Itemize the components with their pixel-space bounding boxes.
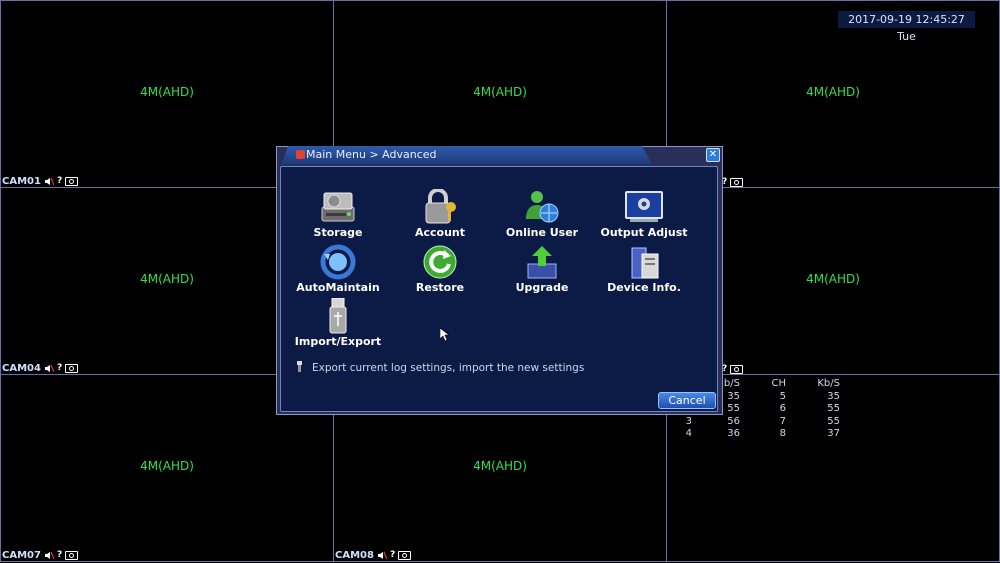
- stats-row: 4 36 8 37: [685, 428, 840, 439]
- menu-item-label: AutoMaintain: [296, 281, 380, 294]
- menu-item-label: Import/Export: [294, 335, 382, 348]
- dialog-title: Main Menu > Advanced: [306, 148, 437, 161]
- menu-item-automaintain[interactable]: AutoMaintain: [288, 244, 388, 294]
- auto-maintain-icon: [318, 244, 358, 280]
- menu-item-output-adjust[interactable]: Output Adjust: [594, 189, 694, 239]
- resolution-label: 4M(AHD): [140, 85, 194, 99]
- question-icon: ?: [389, 550, 396, 560]
- camera-label-1: CAM01 ?: [2, 176, 79, 187]
- menu-item-import-export[interactable]: Import/Export: [288, 297, 388, 348]
- camera-icon: [65, 177, 79, 186]
- menu-item-label: Device Info.: [607, 281, 681, 294]
- camera-status-icons: ?: [722, 365, 744, 374]
- advanced-menu-dialog: Main Menu > Advanced ✕ Storage Account O…: [276, 146, 723, 415]
- info-icon: [296, 361, 303, 375]
- menu-item-upgrade[interactable]: Upgrade: [492, 244, 592, 294]
- menu-item-label: Storage: [313, 226, 363, 239]
- restore-icon: [420, 244, 460, 280]
- cancel-button[interactable]: Cancel: [658, 392, 716, 409]
- question-icon: ?: [56, 363, 63, 373]
- mute-icon: [44, 551, 55, 560]
- menu-item-online-user[interactable]: Online User: [492, 189, 592, 239]
- online-user-icon: [522, 189, 562, 225]
- mute-icon: [377, 551, 388, 560]
- menu-item-label: Account: [414, 226, 466, 239]
- camera-name: CAM08: [335, 550, 374, 561]
- dialog-body: Storage Account Online User Output Adjus…: [280, 166, 718, 412]
- camera-label-7: CAM07 ?: [2, 550, 79, 561]
- camera-label-8: CAM08 ?: [335, 550, 412, 561]
- menu-item-label: Output Adjust: [600, 226, 688, 239]
- dialog-titlebar[interactable]: Main Menu > Advanced ✕: [276, 146, 723, 164]
- camera-icon: [730, 365, 744, 374]
- camera-name: CAM07: [2, 550, 41, 561]
- dialog-title-tab: Main Menu > Advanced: [282, 146, 652, 164]
- resolution-label: 4M(AHD): [140, 459, 194, 473]
- resolution-label: 4M(AHD): [806, 85, 860, 99]
- camera-label-4: CAM04 ?: [2, 363, 79, 374]
- camera-icon: [398, 551, 412, 560]
- menu-item-restore[interactable]: Restore: [390, 244, 490, 294]
- menu-item-label: Upgrade: [515, 281, 569, 294]
- close-button[interactable]: ✕: [706, 148, 720, 162]
- usb-icon: [318, 297, 358, 334]
- mute-icon: [44, 364, 55, 373]
- question-icon: ?: [56, 176, 63, 186]
- mouse-cursor-icon: [439, 327, 450, 346]
- storage-icon: [318, 189, 358, 225]
- mute-icon: [44, 177, 55, 186]
- device-info-icon: [624, 244, 664, 280]
- camera-icon: [65, 551, 79, 560]
- menu-item-account[interactable]: Account: [390, 188, 490, 239]
- camera-name: CAM01: [2, 176, 41, 187]
- menu-icon: [296, 150, 305, 159]
- monitor-gear-icon: [624, 189, 664, 225]
- close-icon: ✕: [708, 149, 718, 160]
- camera-icon: [730, 178, 744, 187]
- datetime-display: 2017-09-19 12:45:27 Tue: [838, 11, 975, 43]
- resolution-label: 4M(AHD): [473, 85, 527, 99]
- camera-icon: [65, 364, 79, 373]
- camera-name: CAM04: [2, 363, 41, 374]
- camera-status-icons: ?: [722, 178, 744, 187]
- hint-text: Export current log settings, import the …: [312, 362, 585, 374]
- menu-item-storage[interactable]: Storage: [288, 189, 388, 239]
- question-icon: ?: [56, 550, 63, 560]
- upgrade-icon: [522, 244, 562, 280]
- resolution-label: 4M(AHD): [473, 459, 527, 473]
- lock-icon: [420, 188, 460, 225]
- menu-item-label: Online User: [505, 226, 579, 239]
- stats-row: 3 56 7 55: [685, 415, 840, 427]
- menu-item-device-info[interactable]: Device Info.: [594, 244, 694, 294]
- hint-line: Export current log settings, import the …: [296, 361, 584, 375]
- menu-item-label: Restore: [415, 281, 465, 294]
